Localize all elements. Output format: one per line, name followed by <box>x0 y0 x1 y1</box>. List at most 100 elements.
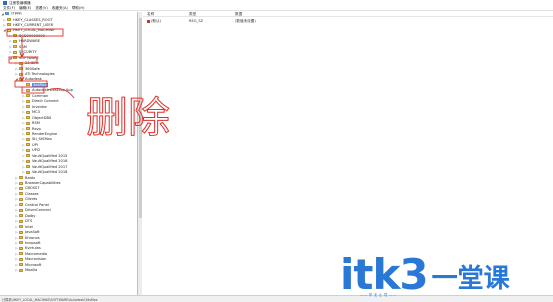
tree-item-ati-technologies[interactable]: ▷ ATI Technologies <box>15 72 54 77</box>
expand-icon[interactable]: ▷ <box>3 23 6 27</box>
expand-icon[interactable]: ▷ <box>22 143 25 147</box>
tree-item-vaultqualified-2015[interactable]: ▷ VaultQualified 2015 <box>22 153 67 158</box>
expand-icon[interactable]: ▷ <box>22 121 25 125</box>
menu-help[interactable]: 帮助(H) <box>72 6 85 11</box>
tree-item-mc3[interactable]: ▷ MC3 <box>22 110 40 115</box>
expand-icon[interactable]: ▷ <box>15 203 18 207</box>
expand-icon[interactable]: ▷ <box>22 159 25 163</box>
tree-item-common[interactable]: ▷ Common <box>22 93 48 98</box>
registry-tree[interactable]: ◢ 计算机 ▷ HKEY_CLASSES_ROOT ▷ HKEY_CURRENT_USER… <box>0 12 138 295</box>
expand-icon[interactable]: ▷ <box>22 116 25 120</box>
tree-item-clients[interactable]: ▷ Clients <box>15 197 37 202</box>
expand-icon[interactable]: ▷ <box>22 127 25 131</box>
tree-item-renderengine[interactable]: ▷ RenderEngine <box>22 131 57 136</box>
expand-icon[interactable]: ▷ <box>9 50 12 54</box>
expand-icon[interactable]: ▷ <box>22 99 25 103</box>
collapse-icon[interactable]: ◢ <box>9 56 12 60</box>
expand-icon[interactable]: ▷ <box>15 241 18 245</box>
tree-item-hardware[interactable]: ▷ HARDWARE <box>9 39 40 44</box>
expand-icon[interactable]: ▷ <box>15 67 18 71</box>
tree-item-javasoft[interactable]: ▷ JavaSoft <box>15 230 39 235</box>
expand-icon[interactable]: ▷ <box>22 132 25 136</box>
expand-icon[interactable]: ▷ <box>15 186 18 190</box>
expand-icon[interactable]: ▷ <box>15 236 18 240</box>
tree-item-security[interactable]: ▷ SECURITY <box>9 50 36 55</box>
collapse-icon[interactable]: ◢ <box>1 12 4 16</box>
menu-view[interactable]: 查看(V) <box>35 6 47 11</box>
expand-icon[interactable]: ▷ <box>15 230 18 234</box>
expand-icon[interactable]: ▷ <box>22 94 25 98</box>
expand-icon[interactable]: ▷ <box>15 181 18 185</box>
expand-icon[interactable]: ▷ <box>15 72 18 76</box>
tree-item-vaultqualified-2017[interactable]: ▷ VaultQualified 2017 <box>22 164 67 169</box>
expand-icon[interactable]: ▷ <box>15 263 18 267</box>
tree-item-autodesk[interactable]: ◢ Autodesk <box>15 77 41 82</box>
expand-icon[interactable]: ▷ <box>15 225 18 229</box>
tree-item-cboss7[interactable]: ▷ CBOSS7 <box>15 186 39 191</box>
expand-icon[interactable]: ▷ <box>15 252 18 256</box>
expand-icon[interactable]: ▷ <box>22 137 25 141</box>
column-name-header[interactable]: 名称 <box>147 12 154 17</box>
expand-icon[interactable]: ▷ <box>15 257 18 261</box>
tree-item-objectdbx[interactable]: ▷ ObjectDBX <box>22 115 51 120</box>
tree-item-dts[interactable]: ▷ DTS <box>15 219 32 224</box>
tree-item-hkey-classes-root[interactable]: ▷ HKEY_CLASSES_ROOT <box>3 17 52 22</box>
expand-icon[interactable]: ▷ <box>15 208 18 212</box>
expand-icon[interactable]: ▷ <box>9 39 12 43</box>
expand-icon[interactable]: ▷ <box>15 246 18 250</box>
expand-icon[interactable]: ▷ <box>22 105 25 109</box>
tree-item-software[interactable]: ◢ SOFTWARE <box>9 55 39 60</box>
menu-favorites[interactable]: 收藏夹(A) <box>52 6 68 11</box>
tree-item-sti-stsmax[interactable]: ▷ Sti_StSMax <box>22 137 52 142</box>
tree-item-dolby[interactable]: ▷ Dolby <box>15 213 35 218</box>
expand-icon[interactable]: ▷ <box>15 192 18 196</box>
tree-item-classes[interactable]: ▷ Classes <box>15 191 38 196</box>
expand-icon[interactable]: ▷ <box>22 148 25 152</box>
expand-icon[interactable]: ▷ <box>22 110 25 114</box>
tree-item-driverconnect[interactable]: ▷ DriverConnect <box>15 208 51 213</box>
tree-item-autodesk-desktop-app[interactable]: ▷ Autodesk Desktop App <box>22 88 73 93</box>
expand-icon[interactable]: ▷ <box>9 45 12 49</box>
collapse-icon[interactable]: ◢ <box>3 28 6 32</box>
tree-item-direct-connect[interactable]: ▷ Direct Connect <box>22 99 58 104</box>
menu-edit[interactable]: 编辑(E) <box>19 6 31 11</box>
tree-item-inventor[interactable]: ▷ Inventor <box>22 104 47 109</box>
tree-item-computer[interactable]: ◢ 计算机 <box>1 12 22 16</box>
tree-item-3dsmax[interactable]: 3dsMax <box>22 82 48 87</box>
tree-item-2345pic[interactable]: ▷ 2345Pic <box>15 61 39 66</box>
tree-item-hkey-current-user[interactable]: ▷ HKEY_CURRENT_USER <box>3 22 53 27</box>
expand-icon[interactable]: ▷ <box>22 170 25 174</box>
tree-item-control-panel[interactable]: ▷ Control Panel <box>15 202 48 207</box>
tree-item-hkey-local-machine[interactable]: ◢ HKEY_LOCAL_MACHINE <box>3 28 54 33</box>
tree-item-macrovision[interactable]: ▷ Macrovision <box>15 257 46 262</box>
tree-item-rsvp[interactable]: ▷ Rsvp <box>22 126 40 131</box>
column-type-header[interactable]: 类型 <box>189 12 196 17</box>
tree-item-upi2[interactable]: ▷ UPI2 <box>22 148 40 153</box>
scrollbar-thumb[interactable] <box>138 18 142 218</box>
expand-icon[interactable]: ▷ <box>15 214 18 218</box>
tree-item-rsm[interactable]: ▷ RSM <box>22 121 40 126</box>
tree-item-knopsoft[interactable]: ▷ knopsoft <box>15 240 40 245</box>
value-row[interactable]: (默认) REG_SZ (数值未设置) <box>143 19 553 24</box>
column-data-header[interactable]: 数据 <box>235 12 242 17</box>
tree-item-microsoft[interactable]: ▷ Microsoft <box>15 262 41 267</box>
expand-icon[interactable]: ▷ <box>22 165 25 169</box>
tree-item-sam[interactable]: ▷ SAM <box>9 44 27 49</box>
tree-item-vaultqualified-2016[interactable]: ▷ VaultQualified 2016 <box>22 159 67 164</box>
expand-icon[interactable]: ▷ <box>9 34 12 38</box>
menu-file[interactable]: 文件(F) <box>3 6 15 11</box>
expand-icon[interactable]: ▷ <box>22 154 25 158</box>
tree-item-360safe[interactable]: ▷ 360Safe <box>15 66 39 71</box>
tree-item-mozilla[interactable]: ▷ Mozilla <box>15 268 37 273</box>
tree-item-bcd00000000[interactable]: ▷ BCD00000000 <box>9 33 45 38</box>
expand-icon[interactable]: ▷ <box>15 176 18 180</box>
expand-icon[interactable]: ▷ <box>15 197 18 201</box>
expand-icon[interactable]: ▷ <box>15 268 18 272</box>
expand-icon[interactable]: ▷ <box>15 219 18 223</box>
tree-item-upi[interactable]: ▷ UPI <box>22 142 38 147</box>
tree-item-macromedia[interactable]: ▷ Macromedia <box>15 251 47 256</box>
expand-icon[interactable]: ▷ <box>15 61 18 65</box>
tree-item-vaultqualified-2018[interactable]: ▷ VaultQualified 2018 <box>22 170 67 175</box>
tree-item-baidu[interactable]: ▷ Baidu <box>15 175 35 180</box>
tree-item-browsercapabilities[interactable]: ▷ BrowserCapabilities <box>15 181 60 186</box>
